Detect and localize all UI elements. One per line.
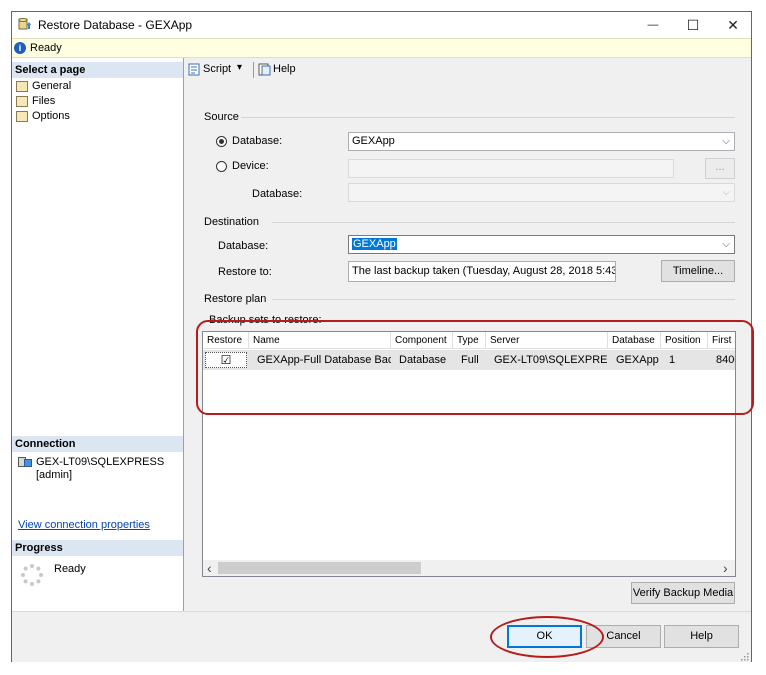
scroll-thumb[interactable]: [218, 562, 421, 574]
chevron-down-icon: ⌵: [722, 239, 730, 250]
toolbar-separator: [253, 62, 254, 78]
source-database-value: GEXApp: [352, 135, 395, 147]
scroll-left-icon[interactable]: ‹: [207, 560, 212, 576]
source-database-combo[interactable]: GEXApp ⌵: [348, 132, 735, 151]
general-page: Script ▾ Help Source Database: GEXApp ⌵ …: [184, 58, 754, 611]
page-item-options[interactable]: Options: [16, 109, 70, 124]
help-icon: [258, 63, 271, 76]
chevron-down-icon: ⌵: [722, 136, 730, 147]
progress-spinner-icon: [20, 563, 44, 587]
help-button[interactable]: Help: [664, 625, 739, 648]
close-button[interactable]: ✕: [713, 12, 753, 38]
page-item-label: General: [32, 80, 72, 92]
restore-plan-group-label: Restore plan: [204, 293, 267, 305]
page-item-label: Options: [32, 110, 70, 122]
highlight-annotation: [196, 320, 754, 415]
left-panel: Select a page General Files Options Conn…: [12, 58, 184, 611]
device-database-label: Database:: [252, 188, 303, 200]
resize-grip-icon[interactable]: [740, 652, 749, 661]
help-label: Help: [273, 63, 296, 75]
device-database-combo[interactable]: ⌵: [348, 183, 735, 202]
connection-heading: Connection: [12, 436, 183, 452]
source-group-label: Source: [204, 111, 239, 123]
server-icon: [18, 456, 32, 468]
title-bar[interactable]: Restore Database - GEXApp — ☐ ✕: [12, 12, 751, 38]
script-button[interactable]: Script ▾: [186, 62, 248, 78]
maximize-button[interactable]: ☐: [673, 12, 713, 38]
script-label: Script: [203, 63, 232, 75]
divider: [272, 299, 735, 300]
page-icon: [16, 95, 28, 107]
chevron-down-icon: ⌵: [722, 187, 730, 198]
timeline-button[interactable]: Timeline...: [661, 260, 735, 282]
ok-highlight-annotation: [490, 616, 604, 658]
restore-to-field[interactable]: The last backup taken (Tuesday, August 2…: [348, 261, 616, 282]
divider: [272, 222, 735, 223]
select-page-heading: Select a page: [12, 62, 183, 78]
page-item-general[interactable]: General: [16, 79, 71, 94]
window-title: Restore Database - GEXApp: [38, 18, 193, 32]
minimize-button[interactable]: —: [633, 12, 673, 38]
scroll-right-icon[interactable]: ›: [723, 560, 728, 576]
restore-database-dialog: Restore Database - GEXApp — ☐ ✕ i Ready …: [11, 11, 754, 662]
page-icon: [16, 110, 28, 122]
page-item-label: Files: [32, 95, 56, 107]
restore-to-label: Restore to:: [218, 266, 272, 278]
device-field[interactable]: [348, 159, 674, 178]
divider: [241, 117, 735, 118]
progress-heading: Progress: [12, 540, 183, 556]
database-radio[interactable]: [216, 136, 227, 147]
page-item-files[interactable]: Files: [16, 94, 55, 109]
destination-database-label: Database:: [218, 240, 269, 252]
script-icon: [188, 63, 201, 76]
page-icon: [16, 80, 28, 92]
dialog-footer: OK Cancel Help: [12, 611, 751, 662]
horizontal-scrollbar[interactable]: ‹ ›: [203, 560, 735, 576]
device-radio[interactable]: [216, 161, 227, 172]
destination-database-combo[interactable]: GEXApp ⌵: [348, 235, 735, 254]
connection-user: [admin]: [36, 469, 73, 481]
destination-database-value[interactable]: GEXApp: [352, 238, 397, 250]
script-dropdown-arrow[interactable]: ▾: [237, 62, 242, 73]
help-toolbar-button[interactable]: Help: [258, 62, 298, 78]
view-connection-link[interactable]: View connection properties: [18, 519, 150, 531]
status-bar: i Ready: [12, 38, 751, 58]
info-icon: i: [14, 42, 26, 54]
browse-device-button[interactable]: ...: [705, 158, 735, 179]
restore-to-value: The last backup taken (Tuesday, August 2…: [352, 265, 616, 277]
toolbar: Script ▾ Help: [184, 58, 751, 82]
progress-status: Ready: [54, 563, 86, 575]
destination-group-label: Destination: [204, 216, 260, 228]
app-icon: [18, 17, 32, 31]
database-radio-label: Database:: [232, 135, 283, 147]
connection-server: GEX-LT09\SQLEXPRESS: [36, 456, 165, 468]
verify-backup-media-button[interactable]: Verify Backup Media: [631, 582, 735, 604]
status-text: Ready: [30, 42, 62, 54]
device-radio-label: Device:: [232, 160, 269, 172]
